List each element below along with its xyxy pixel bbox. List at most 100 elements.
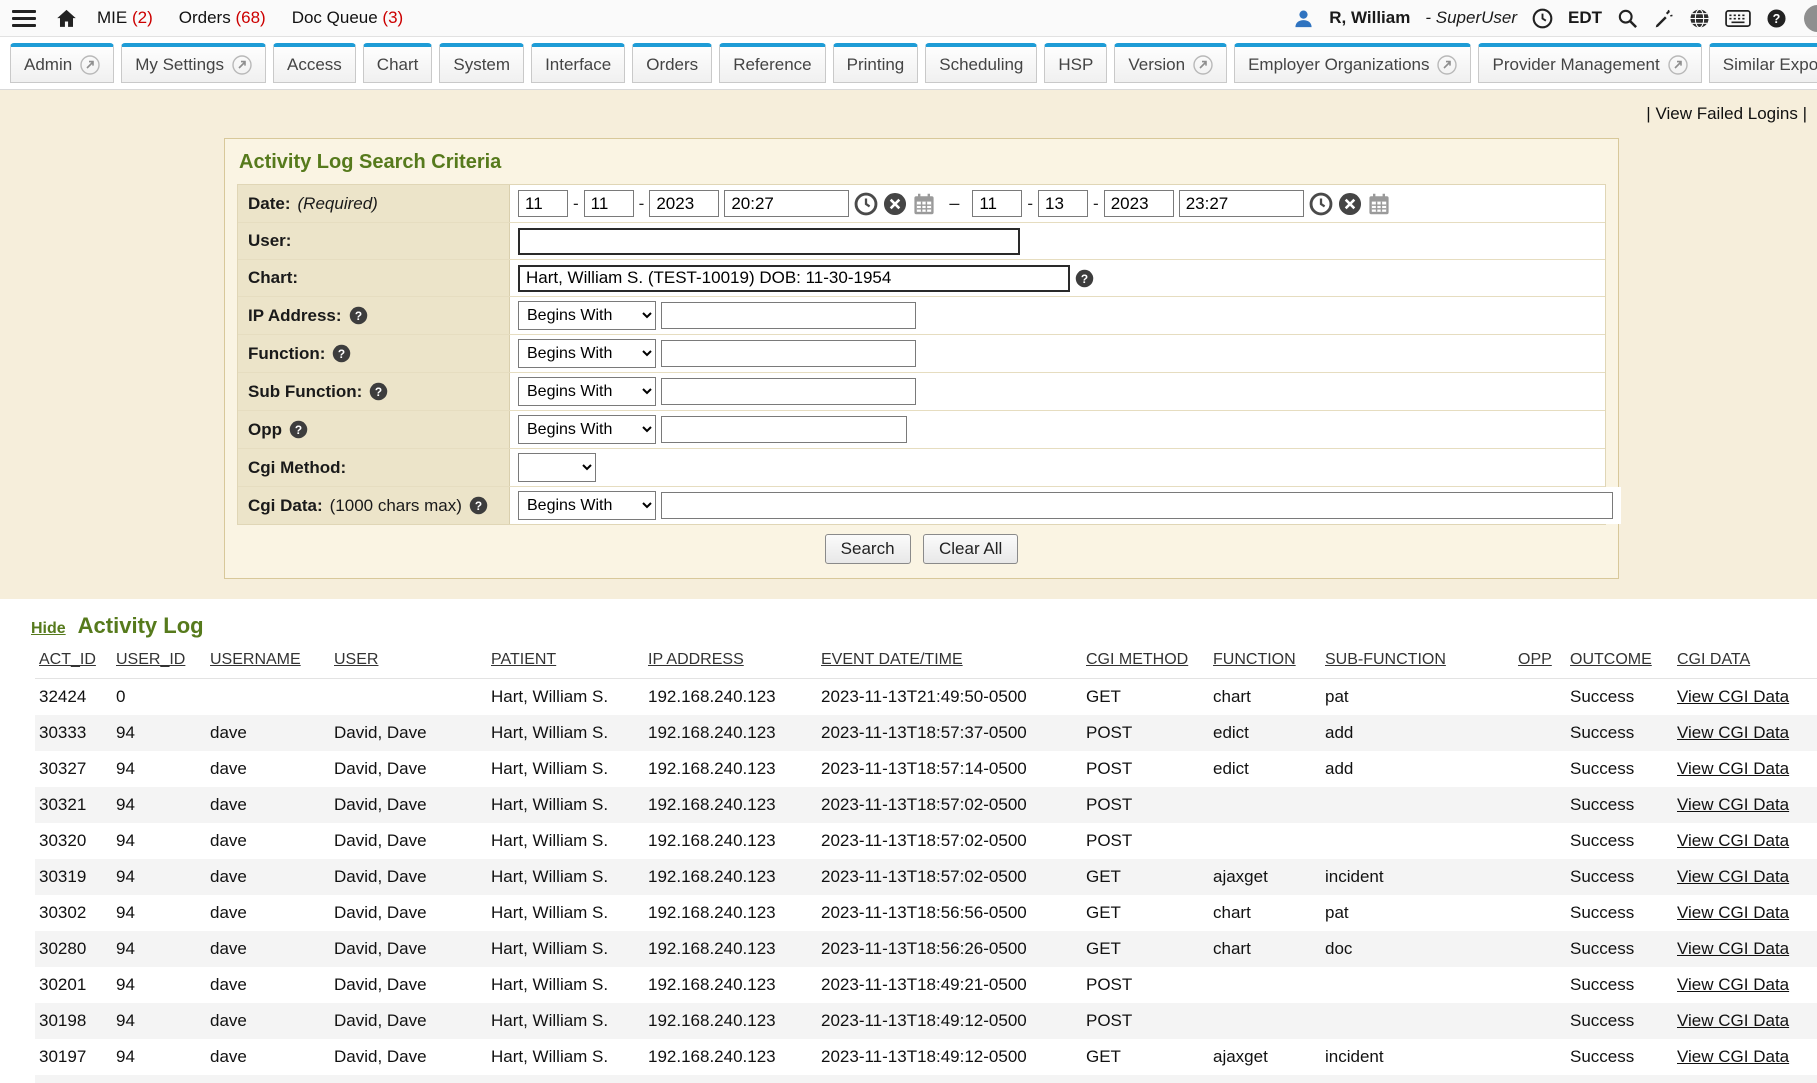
chart-help-icon[interactable]: ?: [1075, 269, 1094, 288]
view-failed-logins-link[interactable]: View Failed Logins: [1655, 104, 1797, 123]
calendar-icon[interactable]: [912, 192, 936, 216]
tab-my-settings[interactable]: My Settings: [121, 43, 266, 83]
time-picker-icon[interactable]: [1309, 192, 1333, 216]
user-input[interactable]: [518, 228, 1020, 255]
opp-help-icon[interactable]: ?: [289, 420, 308, 439]
ip-match-select[interactable]: Begins With: [518, 301, 656, 330]
chart-input[interactable]: [518, 265, 1070, 292]
tab-admin[interactable]: Admin: [10, 43, 114, 83]
cgi-data-help-icon[interactable]: ?: [469, 496, 488, 515]
wand-icon[interactable]: [1653, 8, 1674, 29]
tab-interface[interactable]: Interface: [531, 43, 625, 83]
cgi-method-select[interactable]: [518, 453, 596, 482]
tab-access[interactable]: Access: [273, 43, 356, 83]
view-cgi-data-link[interactable]: View CGI Data: [1677, 831, 1789, 850]
cell-sub_function: [1321, 1003, 1514, 1039]
view-cgi-data-link[interactable]: View CGI Data: [1677, 795, 1789, 814]
home-icon[interactable]: [56, 8, 77, 29]
search-icon[interactable]: [1617, 8, 1638, 29]
date-to-year-input[interactable]: [1104, 190, 1174, 217]
clear-date-icon[interactable]: [1338, 192, 1362, 216]
tab-version[interactable]: Version: [1114, 43, 1227, 83]
date-to-month-input[interactable]: [972, 190, 1022, 217]
menu-item-mie[interactable]: MIE (2): [97, 8, 153, 28]
avatar[interactable]: [1804, 5, 1817, 32]
time-from-input[interactable]: [724, 190, 849, 217]
menu-icon[interactable]: [12, 10, 36, 27]
tab-printing[interactable]: Printing: [833, 43, 919, 83]
menu-item-doc-queue[interactable]: Doc Queue (3): [292, 8, 404, 28]
view-cgi-data-link[interactable]: View CGI Data: [1677, 939, 1789, 958]
time-to-input[interactable]: [1179, 190, 1304, 217]
search-button[interactable]: Search: [825, 534, 911, 564]
clock-icon[interactable]: [1532, 8, 1553, 29]
cell-sub_function: pat: [1321, 679, 1514, 716]
sort-link[interactable]: FUNCTION: [1213, 651, 1296, 668]
sort-link[interactable]: USER: [334, 651, 378, 668]
ip-help-icon[interactable]: ?: [349, 306, 368, 325]
sort-link[interactable]: USERNAME: [210, 651, 301, 668]
view-cgi-data-link[interactable]: View CGI Data: [1677, 975, 1789, 994]
sort-link[interactable]: PATIENT: [491, 651, 556, 668]
ip-address-input[interactable]: [661, 302, 916, 329]
sub-function-help-icon[interactable]: ?: [369, 382, 388, 401]
view-cgi-data-link[interactable]: View CGI Data: [1677, 1011, 1789, 1030]
cell-patient: Hart, William S.: [487, 751, 644, 787]
cgi-data-input[interactable]: [661, 492, 1613, 519]
help-icon[interactable]: ?: [1766, 8, 1787, 29]
cell-user_id: 94: [112, 751, 206, 787]
date-to-day-input[interactable]: [1038, 190, 1088, 217]
opp-input[interactable]: [661, 416, 907, 443]
keyboard-icon[interactable]: [1725, 8, 1751, 29]
tab-hsp[interactable]: HSP: [1044, 43, 1107, 83]
view-cgi-data-link[interactable]: View CGI Data: [1677, 903, 1789, 922]
hide-link[interactable]: Hide: [31, 620, 66, 638]
clear-date-icon[interactable]: [883, 192, 907, 216]
view-cgi-data-link[interactable]: View CGI Data: [1677, 687, 1789, 706]
sub-function-match-select[interactable]: Begins With: [518, 377, 656, 406]
tab-system[interactable]: System: [439, 43, 524, 83]
sort-link[interactable]: EVENT DATE/TIME: [821, 651, 963, 668]
cgi-data-match-select[interactable]: Begins With: [518, 491, 656, 520]
date-from-day-input[interactable]: [584, 190, 634, 217]
date-from-month-input[interactable]: [518, 190, 568, 217]
tab-provider-management[interactable]: Provider Management: [1478, 43, 1701, 83]
view-cgi-data-link[interactable]: View CGI Data: [1677, 867, 1789, 886]
sort-link[interactable]: SUB-FUNCTION: [1325, 651, 1446, 668]
tab-chart[interactable]: Chart: [363, 43, 433, 83]
opp-match-select[interactable]: Begins With: [518, 415, 656, 444]
sort-link[interactable]: CGI METHOD: [1086, 651, 1188, 668]
sort-link[interactable]: ACT_ID: [39, 651, 96, 668]
globe-icon[interactable]: [1689, 8, 1710, 29]
sort-link[interactable]: OPP: [1518, 651, 1552, 668]
menu-item-orders[interactable]: Orders (68): [179, 8, 266, 28]
date-from-year-input[interactable]: [649, 190, 719, 217]
sort-link[interactable]: CGI DATA: [1677, 651, 1750, 668]
tab-orders[interactable]: Orders: [632, 43, 712, 83]
cell-patient: Hart, William S.: [487, 823, 644, 859]
time-picker-icon[interactable]: [854, 192, 878, 216]
view-cgi-data-link[interactable]: View CGI Data: [1677, 723, 1789, 742]
function-match-select[interactable]: Begins With: [518, 339, 656, 368]
tab-scheduling[interactable]: Scheduling: [925, 43, 1037, 83]
cell-patient: Hart, William S.: [487, 1039, 644, 1075]
sort-link[interactable]: IP ADDRESS: [648, 651, 744, 668]
function-input[interactable]: [661, 340, 916, 367]
sub-function-input[interactable]: [661, 378, 916, 405]
cell-method: POST: [1082, 1075, 1209, 1083]
tab-similar-exposu[interactable]: Similar Exposu: [1709, 43, 1817, 83]
clear-all-button[interactable]: Clear All: [923, 534, 1018, 564]
function-help-icon[interactable]: ?: [332, 344, 351, 363]
cell-cgi-data: View CGI Data: [1673, 931, 1817, 967]
cell-event: 2023-11-13T18:57:02-0500: [817, 823, 1082, 859]
tab-reference[interactable]: Reference: [719, 43, 825, 83]
tab-employer-organizations[interactable]: Employer Organizations: [1234, 43, 1471, 83]
view-cgi-data-link[interactable]: View CGI Data: [1677, 759, 1789, 778]
user-icon[interactable]: [1293, 8, 1314, 29]
cell-function: chart: [1209, 931, 1321, 967]
cell-cgi-data: View CGI Data: [1673, 787, 1817, 823]
calendar-icon[interactable]: [1367, 192, 1391, 216]
sort-link[interactable]: USER_ID: [116, 651, 185, 668]
sort-link[interactable]: OUTCOME: [1570, 651, 1652, 668]
view-cgi-data-link[interactable]: View CGI Data: [1677, 1047, 1789, 1066]
